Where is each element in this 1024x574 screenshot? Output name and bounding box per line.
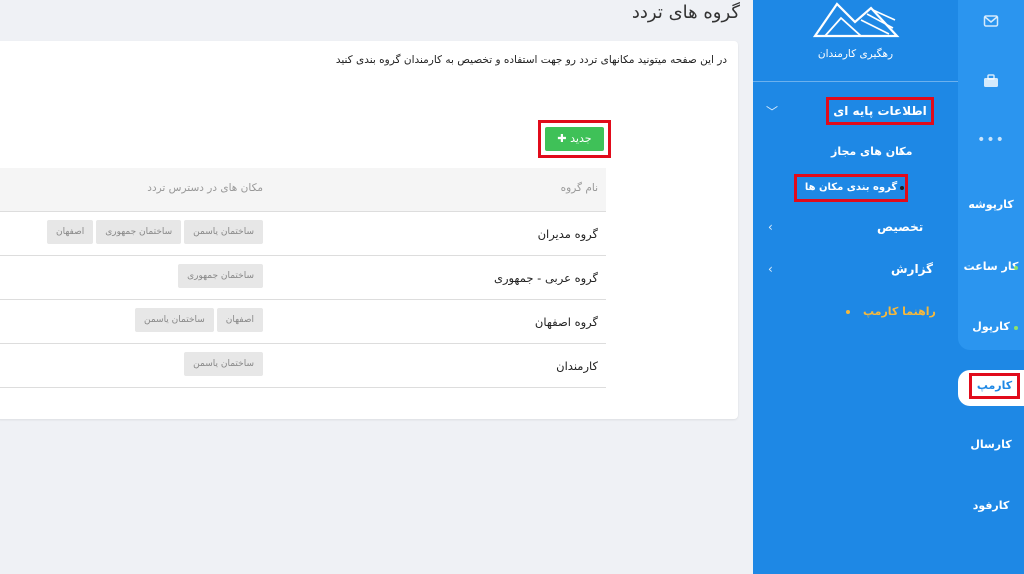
place-tags: ساختمان جمهوری	[175, 264, 263, 288]
divider	[753, 81, 958, 82]
sidebar: رهگیری کارمندان ﹀ اطلاعات پایه ای مکان ه…	[753, 0, 958, 574]
table-row[interactable]: گروه مدیران ساختمان یاسمن ساختمان جمهوری…	[0, 212, 606, 256]
place-tags: ساختمان یاسمن	[181, 352, 263, 376]
brand-name: رهگیری کارمندان	[817, 48, 894, 60]
column-header-name: نام گروه	[560, 182, 598, 194]
mail-icon[interactable]	[958, 14, 1024, 32]
new-group-button[interactable]: ✚ جدید	[545, 127, 604, 151]
place-tag: ساختمان جمهوری	[96, 220, 182, 244]
table-row[interactable]: گروه اصفهان اصفهان ساختمان یاسمن	[0, 300, 606, 344]
group-name: گروه عربی - جمهوری	[493, 271, 598, 285]
app-rail: ••• کارپوشه کار ساعت کارپول کارسال کارفو…	[958, 0, 1024, 574]
status-dot	[1014, 266, 1018, 270]
groups-table: نام گروه مکان های در دسترس تردد گروه مدی…	[0, 168, 606, 388]
page-title: گروه های تردد	[631, 2, 740, 23]
sidebar-section-basic-info[interactable]: اطلاعات پایه ای	[826, 97, 934, 125]
sidebar-item-guide[interactable]: راهنما کارمپ	[863, 305, 936, 318]
place-tag: ساختمان یاسمن	[184, 220, 263, 244]
rail-item-karpooshe[interactable]: کارپوشه	[958, 198, 1024, 211]
bullet-icon	[899, 151, 903, 155]
table-row[interactable]: گروه عربی - جمهوری ساختمان جمهوری	[0, 256, 606, 300]
bullet-icon	[846, 310, 850, 314]
group-name: کارمندان	[556, 359, 598, 373]
place-tags: ساختمان یاسمن ساختمان جمهوری اصفهان	[44, 220, 263, 244]
rail-item-karmap[interactable]: کارمپ	[969, 373, 1020, 399]
plus-icon: ✚	[557, 132, 567, 145]
sidebar-item-place-groups[interactable]: گروه بندی مکان ها	[794, 174, 908, 202]
chevron-left-icon[interactable]: ‹	[768, 220, 773, 234]
briefcase-icon[interactable]	[958, 74, 1024, 92]
rail-panel	[958, 0, 1024, 350]
bullet-icon	[900, 186, 904, 190]
table-row[interactable]: کارمندان ساختمان یاسمن	[0, 344, 606, 388]
more-dots-icon[interactable]: •••	[958, 132, 1024, 148]
table-header: نام گروه مکان های در دسترس تردد	[0, 168, 606, 212]
sidebar-item-report[interactable]: گزارش	[891, 262, 933, 276]
new-button-label: جدید	[570, 132, 592, 145]
new-button-highlight: ✚ جدید	[538, 120, 611, 158]
status-dot	[1014, 326, 1018, 330]
rail-item-karsal[interactable]: کارسال	[958, 438, 1024, 451]
rail-item-karfood[interactable]: کارفود	[958, 499, 1024, 512]
chevron-left-icon[interactable]: ‹	[768, 262, 773, 276]
logo-icon	[812, 2, 900, 38]
group-name: گروه مدیران	[537, 227, 598, 241]
chevron-down-icon[interactable]: ﹀	[766, 103, 778, 120]
column-header-places: مکان های در دسترس تردد	[147, 182, 263, 194]
place-tag: اصفهان	[47, 220, 94, 244]
place-tags: اصفهان ساختمان یاسمن	[132, 308, 263, 332]
place-tag: ساختمان یاسمن	[134, 308, 214, 332]
place-tag: ساختمان جمهوری	[178, 264, 263, 288]
group-name: گروه اصفهان	[534, 315, 598, 329]
sidebar-item-allocation[interactable]: تخصیص	[877, 220, 923, 234]
page-description: در این صفحه میتونید مکانهای تردد رو جهت …	[335, 54, 727, 66]
place-tag: ساختمان یاسمن	[184, 352, 263, 376]
place-tag: اصفهان	[216, 308, 263, 332]
